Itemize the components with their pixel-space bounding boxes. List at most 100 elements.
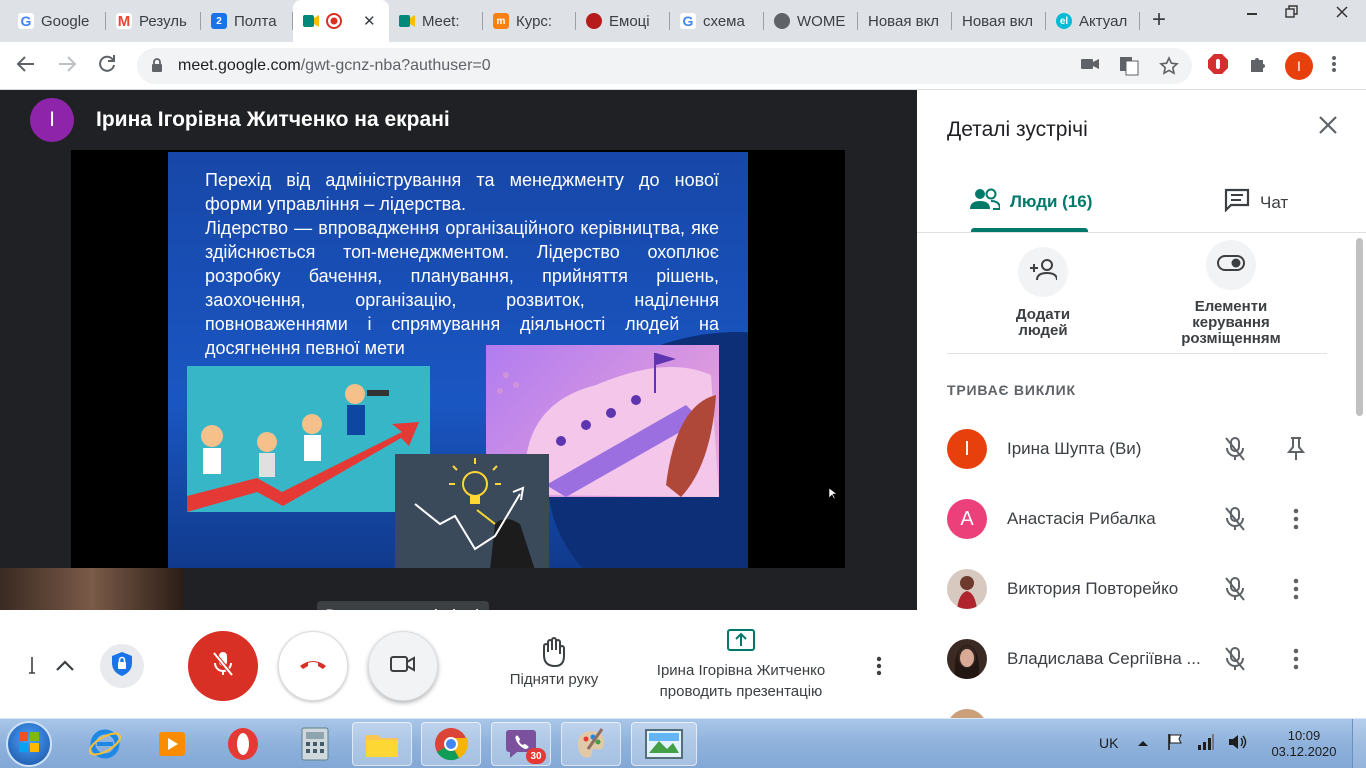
more-options-icon[interactable] [1286,576,1306,607]
tab-emotions[interactable]: Емоці [576,4,670,38]
participant-row[interactable]: I Ірина Шупта (Ви) [917,429,1366,499]
meeting-controls: Підняти руку Ірина Ігорівна Житченко про… [0,610,917,718]
participant-row[interactable]: Владислава Сергіївна ... [917,639,1366,709]
panel-scrollbar[interactable] [1356,238,1363,416]
translate-icon[interactable] [1119,56,1139,81]
self-view-video [0,568,184,610]
tab-meet[interactable]: Meet: [389,4,483,38]
recording-icon [326,13,342,29]
add-people-button[interactable] [1018,247,1068,297]
volume-icon[interactable] [1227,733,1247,754]
camera-icon [389,654,417,679]
layout-controls-button[interactable] [1206,240,1256,290]
close-tab-icon[interactable]: ✕ [363,12,376,30]
address-bar[interactable]: meet.google.com/gwt-gcnz-nba?authuser=0 [137,48,1192,84]
career-growth-illustration [187,366,430,512]
microphone-toggle-button[interactable] [188,631,258,701]
add-person-icon [1029,258,1058,286]
mic-off-icon [1224,646,1246,677]
people-icon [970,188,1002,215]
browser-tab-strip: G Google M Резуль 2 Полта ✕ Meet: m Курс… [0,0,1366,42]
image-viewer-icon[interactable] [631,722,697,766]
file-explorer-icon[interactable] [352,722,412,766]
url-host: meet.google.com [178,57,301,74]
tab-gmail[interactable]: M Резуль [106,4,201,38]
profile-avatar[interactable]: I [1285,52,1313,80]
tab-new-1[interactable]: Новая вкл [858,4,952,38]
tab-actual[interactable]: el Актуал [1046,4,1140,38]
camera-in-use-icon[interactable] [1081,56,1099,76]
chrome-menu-icon[interactable] [1331,54,1337,79]
tab-title: Резуль [139,12,187,30]
reload-icon[interactable] [97,54,117,80]
tab-title: Полта [234,12,277,30]
gmail-icon: M [116,12,132,30]
network-signal-icon[interactable] [1197,733,1215,754]
chevron-up-icon[interactable] [55,658,75,677]
restore-icon[interactable] [1272,0,1312,24]
leave-call-button[interactable] [278,631,348,701]
close-panel-icon[interactable] [1319,116,1337,139]
close-window-icon[interactable] [1318,0,1366,24]
extensions-puzzle-icon[interactable] [1248,54,1268,79]
media-player-icon[interactable] [142,722,202,766]
viber-icon[interactable]: 30 [491,722,551,766]
participant-avatar: A [947,499,987,539]
presentation-stage: I Ірина Ігорівна Житченко на екрані Пере… [0,90,917,610]
internet-explorer-icon[interactable] [75,722,135,766]
calculator-icon[interactable] [285,722,345,766]
present-screen-icon[interactable] [727,629,755,656]
url-path: /gwt-gcnz-nba?authuser=0 [300,57,491,74]
lock-icon[interactable] [151,57,163,78]
tab-meet-active[interactable]: ✕ [293,0,389,42]
action-center-flag-icon[interactable] [1167,733,1183,754]
participant-avatar [947,569,987,609]
presenting-status[interactable]: Ірина Ігорівна Житченко проводить презен… [626,660,856,702]
more-options-icon[interactable] [1286,646,1306,677]
tab-google[interactable]: G Google [8,4,106,38]
tab-title: Новая вкл [868,12,940,30]
forward-icon[interactable] [57,54,77,80]
participant-row[interactable]: A Анастасія Рибалка [917,499,1366,569]
camera-toggle-button[interactable] [368,631,438,701]
chat-icon [1224,188,1250,217]
tab-scheme[interactable]: G схема [670,4,764,38]
adblock-extension-icon[interactable] [1207,53,1229,80]
minimize-icon[interactable] [1232,0,1272,24]
show-desktop-button[interactable] [1352,719,1366,768]
add-people-label[interactable]: Додати людей [983,307,1103,339]
raise-hand-icon[interactable] [538,636,570,673]
host-controls-button[interactable] [100,644,144,688]
tab-wome[interactable]: WOME [764,4,858,38]
more-options-icon[interactable] [876,656,882,681]
paint-icon[interactable] [561,722,621,766]
moodle-icon: m [493,13,509,29]
mic-off-icon [1224,436,1246,467]
more-options-icon[interactable] [1286,506,1306,537]
tab-title: Новая вкл [962,12,1034,30]
participant-row-partial[interactable] [917,709,1366,718]
in-call-section-header: ТРИВАЄ ВИКЛИК [947,382,1076,398]
tab-chat-label: Чат [1260,192,1289,212]
tray-expand-icon[interactable] [1137,735,1149,751]
meet-icon [399,13,415,29]
system-clock[interactable]: 10:09 03.12.2020 [1268,728,1340,760]
back-icon[interactable] [16,54,36,80]
chrome-icon[interactable] [421,722,481,766]
tab-chat[interactable]: Чат [1224,188,1288,217]
opera-icon[interactable] [213,722,273,766]
pin-icon[interactable] [1286,436,1306,467]
participant-row[interactable]: Виктория Повторейко [917,569,1366,639]
layout-controls-label[interactable]: Елементи керування розміщенням [1161,299,1301,347]
tab-course[interactable]: m Курс: [483,4,576,38]
tab-new-2[interactable]: Новая вкл [952,4,1046,38]
tab-people[interactable]: Люди (16) [970,188,1092,215]
new-tab-button[interactable]: + [1152,6,1166,34]
raise-hand-button[interactable]: Підняти руку [490,669,618,690]
tab-calendar[interactable]: 2 Полта [201,4,293,38]
bookmark-star-icon[interactable] [1159,56,1179,81]
language-indicator[interactable]: UK [1099,735,1118,751]
meeting-details-cursor-icon[interactable] [28,655,36,681]
tab-title: Курс: [516,12,553,30]
start-button[interactable] [6,721,52,767]
